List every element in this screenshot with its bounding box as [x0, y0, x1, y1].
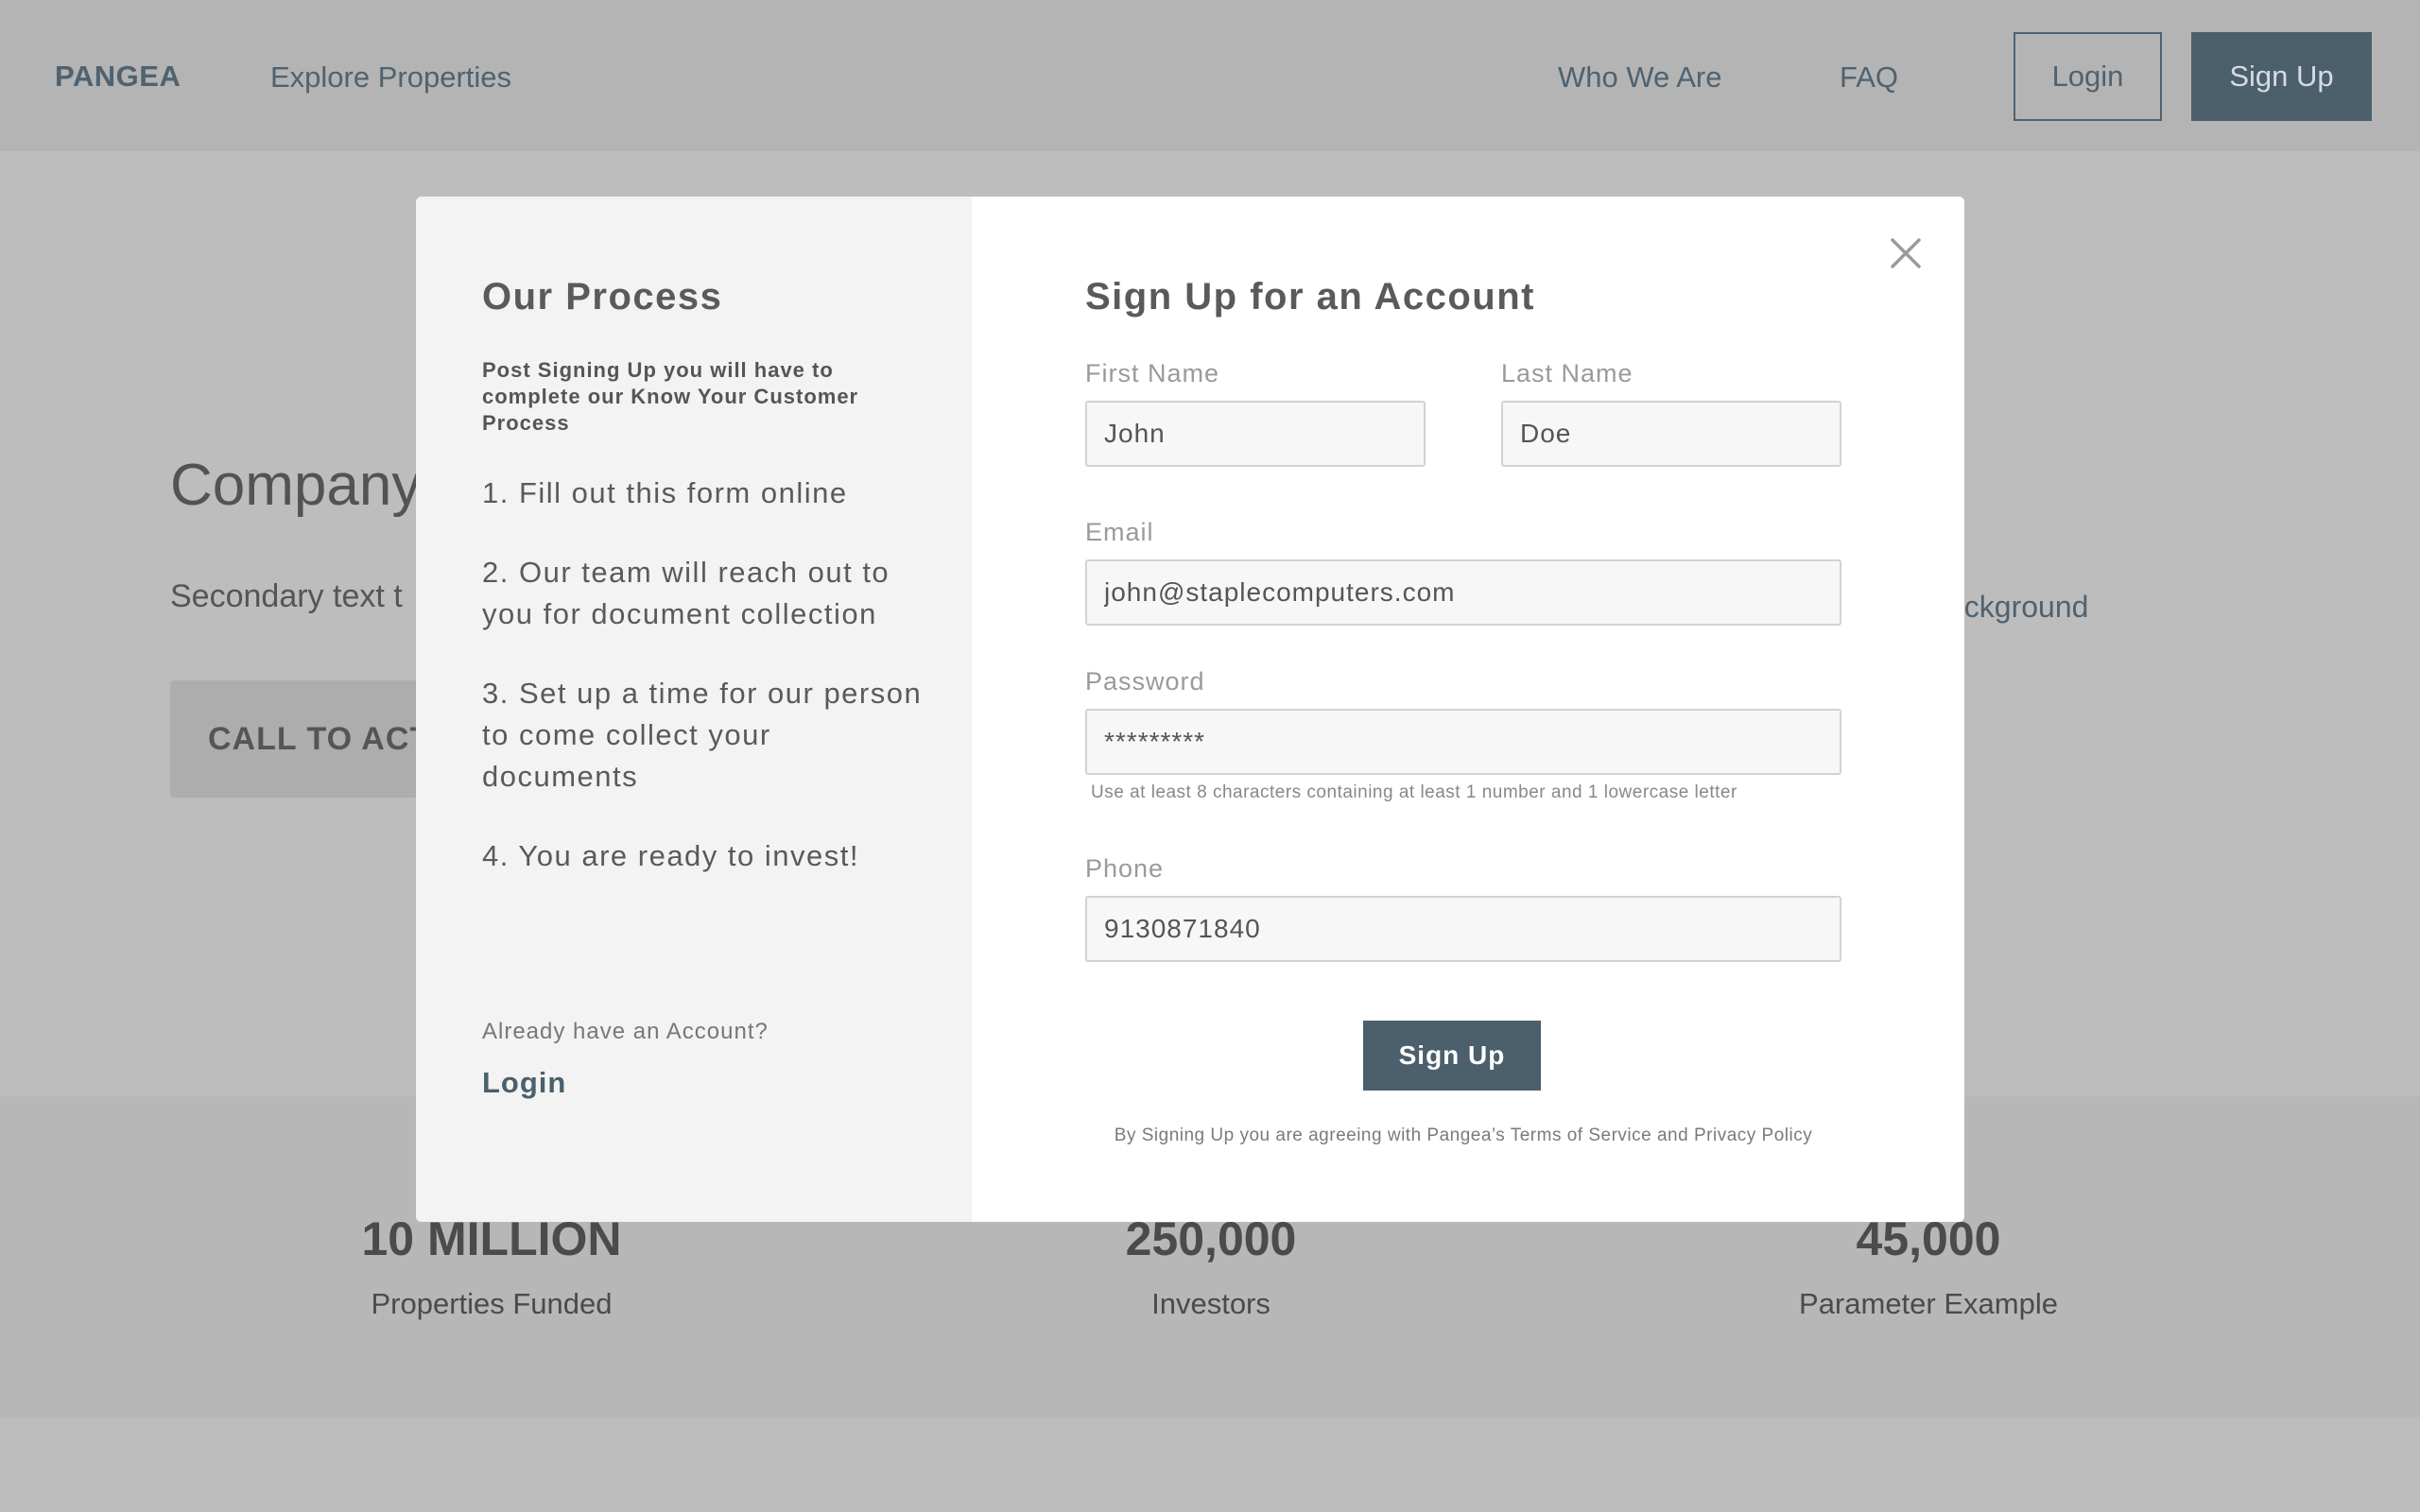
login-link[interactable]: Login [482, 1066, 566, 1100]
process-step: 2. Our team will reach out to you for do… [482, 556, 890, 630]
nav-who-we-are[interactable]: Who We Are [1558, 60, 1721, 94]
brand-logo[interactable]: PANGEA [55, 60, 181, 94]
email-field[interactable] [1085, 559, 1841, 626]
password-hint: Use at least 8 characters containing at … [1091, 782, 1737, 802]
email-label: Email [1085, 518, 1154, 546]
first-name-field[interactable] [1085, 401, 1426, 467]
close-icon [1891, 238, 1921, 268]
phone-label: Phone [1085, 854, 1165, 883]
close-button[interactable] [1885, 232, 1927, 274]
signup-submit-button[interactable]: Sign Up [1363, 1021, 1541, 1091]
stat-parameter-example: 45,000 Parameter Example [1692, 1211, 2165, 1321]
terms-text: By Signing Up you are agreeing with Pang… [1114, 1125, 1813, 1145]
form-title: Sign Up for an Account [1085, 276, 1535, 318]
process-step: 3. Set up a time for our person to come … [482, 677, 923, 793]
process-step: 4. You are ready to invest! [482, 839, 859, 872]
password-label: Password [1085, 667, 1205, 696]
process-intro: Post Signing Up you will have to complet… [482, 358, 859, 435]
stat-properties-funded: 10 MILLION Properties Funded [255, 1211, 728, 1321]
top-navigation: PANGEA Explore Properties Who We Are FAQ… [0, 0, 2420, 151]
stat-label: Investors [1151, 1287, 1270, 1320]
process-steps: 1. Fill out this form online 2. Our team… [482, 472, 936, 915]
process-panel: Our Process Post Signing Up you will hav… [416, 197, 972, 1222]
already-have-account-text: Already have an Account? [482, 1019, 769, 1044]
last-name-label: Last Name [1501, 359, 1634, 387]
process-step: 1. Fill out this form online [482, 476, 848, 509]
stat-label: Parameter Example [1799, 1287, 2058, 1320]
nav-login-button[interactable]: Login [2014, 32, 2162, 121]
signup-modal: Our Process Post Signing Up you will hav… [416, 197, 1964, 1222]
stat-investors: 250,000 Investors [975, 1211, 1447, 1321]
nav-faq[interactable]: FAQ [1840, 60, 1898, 94]
signup-form-panel: Sign Up for an Account First Name Last N… [972, 197, 1964, 1222]
hero-title: Company [170, 453, 422, 518]
stat-label: Properties Funded [371, 1287, 613, 1320]
process-title: Our Process [482, 276, 723, 318]
hero-subtitle: Secondary text t [170, 578, 403, 614]
nav-explore-properties[interactable]: Explore Properties [270, 60, 511, 94]
nav-signup-button[interactable]: Sign Up [2191, 32, 2372, 121]
phone-field[interactable] [1085, 896, 1841, 962]
last-name-field[interactable] [1501, 401, 1841, 467]
hero-subtitle-right: ackground [1947, 590, 2089, 624]
password-field[interactable] [1085, 709, 1841, 775]
first-name-label: First Name [1085, 359, 1220, 387]
